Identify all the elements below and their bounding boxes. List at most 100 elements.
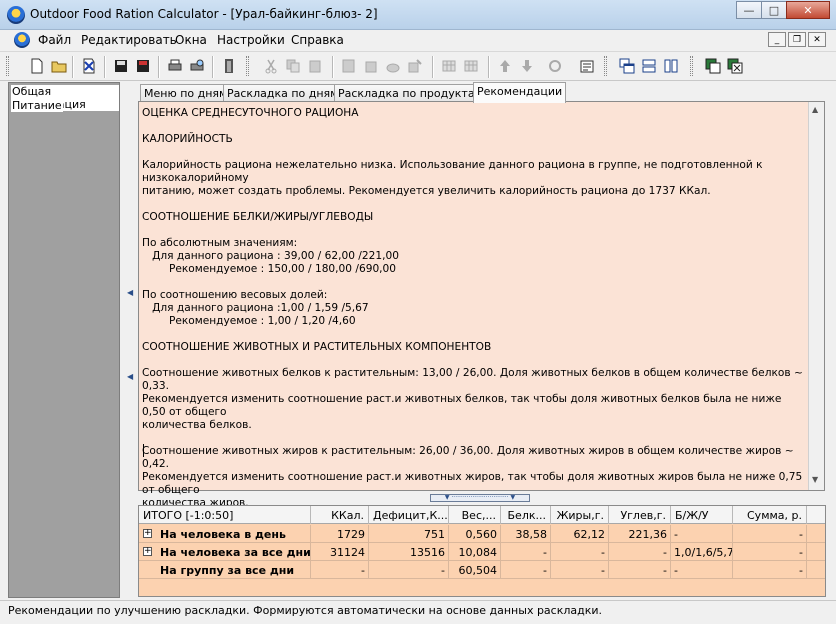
new-file-icon[interactable] <box>28 57 46 75</box>
toolbar-grip[interactable] <box>6 56 9 76</box>
cell-deficit: - <box>369 561 449 579</box>
table-row[interactable]: + На человека в день 1729 751 0,560 38,5… <box>139 525 825 543</box>
menu-windows[interactable]: Окна <box>175 33 207 47</box>
collapse-left-panel-icon[interactable]: ◀ <box>127 288 133 297</box>
totals-grid: ИТОГО [-1:0:50] ККал. Дефицит,К... Вес,.… <box>138 505 826 597</box>
toolbar-grip[interactable] <box>690 56 693 76</box>
column-header-deficit[interactable]: Дефицит,К... <box>369 506 449 524</box>
expand-row-icon[interactable]: + <box>143 529 152 538</box>
toolbar-grip[interactable] <box>604 56 607 76</box>
mdi-restore-button[interactable]: ❐ <box>788 32 806 47</box>
column-header-weight[interactable]: Вес,... <box>449 506 501 524</box>
toolbar-separator <box>104 56 106 78</box>
title-bar: Outdoor Food Ration Calculator - [Урал-б… <box>0 0 836 30</box>
nav-item-nutrition[interactable]: Питание <box>11 99 63 112</box>
menu-settings[interactable]: Настройки <box>217 33 285 47</box>
print-preview-icon[interactable] <box>188 57 206 75</box>
cell-sum: - <box>733 543 807 561</box>
add-product-icon <box>340 57 358 75</box>
collapse-left-panel-icon[interactable]: ◀ <box>127 372 133 381</box>
toolbar-separator <box>72 56 74 78</box>
delete-file-icon[interactable] <box>80 57 98 75</box>
cell-proteins: - <box>501 561 551 579</box>
status-bar: Рекомендации по улучшению раскладки. Фор… <box>0 600 836 624</box>
cell-fats: - <box>551 543 609 561</box>
tab-menu-by-days[interactable]: Меню по дням <box>140 84 232 102</box>
copy-icon <box>284 57 302 75</box>
add-day-icon <box>362 57 380 75</box>
table-insert-icon <box>440 57 458 75</box>
save-icon[interactable] <box>112 57 130 75</box>
tile-horizontal-icon[interactable] <box>640 57 658 75</box>
cell-pfc-ratio: - <box>671 561 733 579</box>
arrow-down-icon <box>518 57 536 75</box>
column-header-kcal[interactable]: ККал. <box>311 506 369 524</box>
column-header-carbs[interactable]: Углев,г. <box>609 506 671 524</box>
cell-sum: - <box>733 561 807 579</box>
close-all-windows-icon[interactable] <box>726 57 744 75</box>
column-header-pfc-ratio[interactable]: Б/Ж/У <box>671 506 733 524</box>
print-icon[interactable] <box>166 57 184 75</box>
tab-layout-by-days[interactable]: Раскладка по дням <box>223 84 343 102</box>
add-meal-icon <box>384 57 402 75</box>
window-list-icon[interactable] <box>704 57 722 75</box>
table-delete-icon <box>462 57 480 75</box>
cell-proteins: - <box>501 543 551 561</box>
scroll-up-icon[interactable]: ▲ <box>812 105 818 114</box>
cell-kcal: 31124 <box>311 543 369 561</box>
column-header-sum[interactable]: Сумма, р. <box>733 506 807 524</box>
menu-help[interactable]: Справка <box>291 33 344 47</box>
window-controls: — □ ✕ <box>736 1 830 19</box>
toolbar-separator <box>432 56 434 78</box>
tile-vertical-icon[interactable] <box>662 57 680 75</box>
menu-bar: Файл Редактировать Окна Настройки Справк… <box>0 30 836 50</box>
toolbar-grip[interactable] <box>246 56 249 76</box>
cell-carbs: - <box>609 561 671 579</box>
toolbar-separator <box>158 56 160 78</box>
scroll-down-icon[interactable]: ▼ <box>812 475 818 484</box>
tab-recommendations[interactable]: Рекомендации <box>473 82 567 103</box>
minimize-button[interactable]: — <box>736 1 762 19</box>
column-header-proteins[interactable]: Белк... <box>501 506 551 524</box>
recommendations-text: ОЦЕНКА СРЕДНЕСУТОЧНОГО РАЦИОНА КАЛОРИЙНО… <box>142 107 803 509</box>
table-row[interactable]: На группу за все дни - - 60,504 - - - - … <box>139 561 825 579</box>
grid-header: ИТОГО [-1:0:50] ККал. Дефицит,К... Вес,.… <box>139 506 825 524</box>
cell-weight: 10,084 <box>449 543 501 561</box>
tab-layout-by-products[interactable]: Раскладка по продуктам <box>334 84 487 102</box>
left-navigation-panel: Общая информация Питание <box>8 82 120 598</box>
save-all-icon[interactable] <box>134 57 152 75</box>
cell-kcal: 1729 <box>311 525 369 543</box>
column-header-total[interactable]: ИТОГО [-1:0:50] <box>139 506 311 524</box>
menu-file[interactable]: Файл <box>38 33 71 47</box>
cell-pfc-ratio: - <box>671 525 733 543</box>
close-button[interactable]: ✕ <box>786 1 830 19</box>
row-label: На человека в день <box>157 525 311 543</box>
cell-deficit: 751 <box>369 525 449 543</box>
menu-edit[interactable]: Редактировать <box>81 33 177 47</box>
maximize-button[interactable]: □ <box>761 1 787 19</box>
toolbar <box>0 51 836 81</box>
table-row[interactable]: + На человека за все дни 31124 13516 10,… <box>139 543 825 561</box>
open-folder-icon[interactable] <box>50 57 68 75</box>
mdi-close-button[interactable]: ✕ <box>808 32 826 47</box>
exit-door-icon[interactable] <box>220 57 238 75</box>
expand-row-icon[interactable]: + <box>143 547 152 556</box>
edit-item-icon <box>406 57 424 75</box>
mdi-controls: _ ❐ ✕ <box>768 32 826 47</box>
toolbar-separator <box>332 56 334 78</box>
mdi-minimize-button[interactable]: _ <box>768 32 786 47</box>
cell-kcal: - <box>311 561 369 579</box>
recommendations-text-area[interactable]: ОЦЕНКА СРЕДНЕСУТОЧНОГО РАЦИОНА КАЛОРИЙНО… <box>138 101 825 509</box>
document-icon[interactable] <box>14 32 30 48</box>
properties-icon[interactable] <box>578 57 596 75</box>
cell-fats: - <box>551 561 609 579</box>
cascade-windows-icon[interactable] <box>618 57 636 75</box>
text-caret <box>143 444 144 457</box>
app-icon[interactable] <box>7 6 25 24</box>
cell-carbs: - <box>609 543 671 561</box>
column-header-fats[interactable]: Жиры,г. <box>551 506 609 524</box>
vertical-scrollbar[interactable]: ▲ ▼ <box>808 102 824 490</box>
row-label: На группу за все дни <box>157 561 311 579</box>
panel-splitter[interactable]: ▼ ······························ ▼ <box>430 494 530 502</box>
refresh-icon <box>546 57 564 75</box>
